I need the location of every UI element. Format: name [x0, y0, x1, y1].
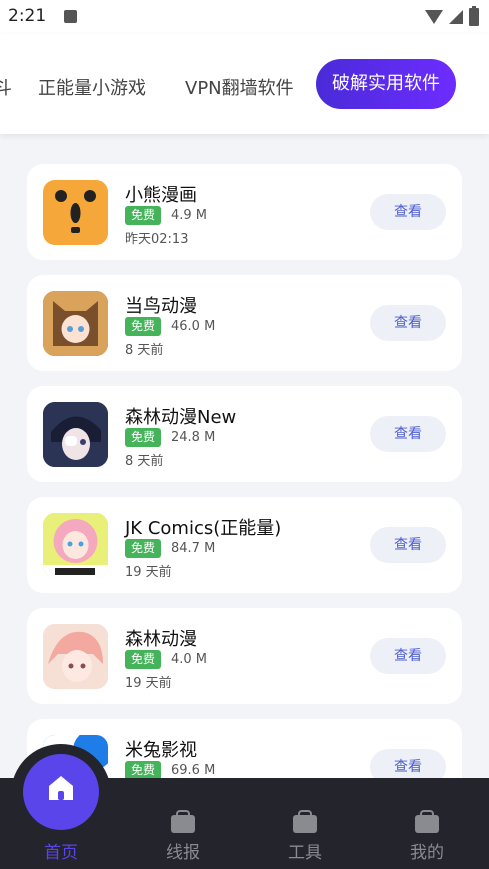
status-time: 2:21 [8, 6, 47, 26]
free-badge: 免费 [125, 206, 162, 225]
app-size: 84.7 M [171, 541, 216, 556]
view-button[interactable]: 查看 [370, 638, 446, 674]
battery-icon [469, 6, 479, 26]
signal-icon [449, 10, 463, 24]
nav-tools-label: 工具 [288, 843, 322, 863]
wifi-icon [425, 10, 443, 24]
app-name: 小熊漫画 [125, 185, 197, 206]
free-badge: 免费 [125, 650, 162, 669]
view-button[interactable]: 查看 [370, 527, 446, 563]
free-badge: 免费 [125, 317, 162, 336]
tab-partial[interactable]: 斗 [0, 74, 12, 100]
app-name: 森林动漫 [125, 629, 197, 650]
app-card[interactable]: JK Comics(正能量) 免费 84.7 M 19 天前 查看 [27, 497, 462, 593]
anime-pink-girl-icon [43, 624, 108, 689]
app-card[interactable]: 森林动漫 免费 4.0 M 19 天前 查看 [27, 608, 462, 704]
app-date: 昨天02:13 [125, 232, 189, 247]
free-badge: 免费 [125, 539, 162, 558]
profile-icon [415, 810, 439, 833]
jk-comics-icon [43, 513, 108, 578]
toolbox-icon [293, 810, 317, 833]
bear-comic-icon [43, 180, 108, 245]
app-name: 当鸟动漫 [125, 296, 197, 317]
nav-tools[interactable]: 工具 [244, 778, 366, 869]
anime-girl-icon [43, 291, 108, 356]
nav-mine[interactable]: 我的 [366, 778, 488, 869]
app-card[interactable]: 当鸟动漫 免费 46.0 M 8 天前 查看 [27, 275, 462, 371]
app-date: 19 天前 [125, 676, 172, 691]
view-button[interactable]: 查看 [370, 416, 446, 452]
app-date: 19 天前 [125, 565, 172, 580]
category-tabs: 斗 正能量小游戏 VPN翻墙软件 破解实用软件 [0, 34, 489, 134]
app-size: 4.0 M [171, 652, 208, 667]
app-size: 24.8 M [171, 430, 216, 445]
app-name: 森林动漫New [125, 407, 237, 428]
app-size: 46.0 M [171, 319, 216, 334]
app-name: 米兔影视 [125, 740, 197, 761]
tab-cracked-tools[interactable]: 破解实用软件 [316, 59, 456, 109]
app-card[interactable]: 小熊漫画 免费 4.9 M 昨天02:13 查看 [27, 164, 462, 260]
app-size: 4.9 M [171, 208, 208, 223]
briefcase-icon [171, 810, 195, 833]
app-name: JK Comics(正能量) [125, 518, 282, 539]
nav-lines-label: 线报 [166, 843, 200, 863]
status-bar: 2:21 [0, 0, 489, 34]
tab-vpn[interactable]: VPN翻墙软件 [185, 74, 294, 100]
app-date: 8 天前 [125, 343, 164, 358]
view-button[interactable]: 查看 [370, 305, 446, 341]
tab-positive-games[interactable]: 正能量小游戏 [38, 74, 146, 100]
status-icons [425, 6, 479, 26]
home-icon [49, 776, 73, 800]
view-button[interactable]: 查看 [370, 194, 446, 230]
nav-mine-label: 我的 [410, 843, 444, 863]
app-card[interactable]: 森林动漫New 免费 24.8 M 8 天前 查看 [27, 386, 462, 482]
app-date: 8 天前 [125, 454, 164, 469]
anime-boy-icon [43, 402, 108, 467]
free-badge: 免费 [125, 428, 162, 447]
nav-lines[interactable]: 线报 [122, 778, 244, 869]
notification-icon [64, 10, 77, 23]
app-size: 69.6 M [171, 763, 216, 778]
